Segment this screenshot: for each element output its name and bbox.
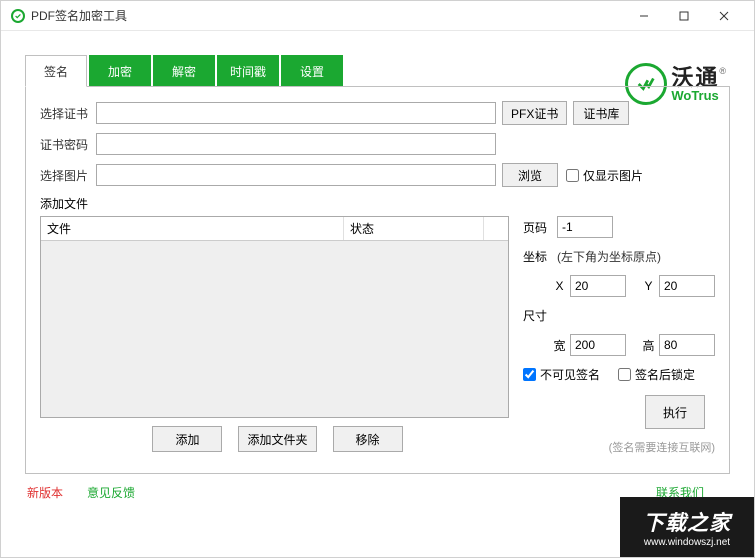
coord-hint: (左下角为坐标原点) (557, 248, 661, 265)
tab-settings[interactable]: 设置 (281, 55, 343, 87)
add-button[interactable]: 添加 (152, 426, 222, 452)
image-input[interactable] (96, 164, 496, 186)
height-label: 高 (638, 337, 659, 354)
app-icon (11, 9, 25, 23)
only-image-checkbox[interactable]: 仅显示图片 (566, 167, 643, 184)
tab-bar: 签名 加密 解密 时间戳 设置 (25, 55, 730, 87)
tab-sign[interactable]: 签名 (25, 55, 87, 87)
password-input[interactable] (96, 133, 496, 155)
coord-label: 坐标 (523, 248, 557, 265)
y-label: Y (638, 279, 659, 293)
page-input[interactable] (557, 216, 613, 238)
lock-after-sign-checkbox[interactable]: 签名后锁定 (618, 366, 695, 383)
password-label: 证书密码 (40, 136, 96, 153)
width-label: 宽 (549, 337, 570, 354)
watermark-url: www.windowszj.net (644, 537, 730, 548)
minimize-button[interactable] (624, 2, 664, 30)
tab-timestamp[interactable]: 时间戳 (217, 55, 279, 87)
execute-button[interactable]: 执行 (645, 395, 705, 429)
tab-decrypt[interactable]: 解密 (153, 55, 215, 87)
y-input[interactable] (659, 275, 715, 297)
cert-store-button[interactable]: 证书库 (573, 101, 629, 125)
height-input[interactable] (659, 334, 715, 356)
width-input[interactable] (570, 334, 626, 356)
col-blank (484, 217, 508, 240)
col-file[interactable]: 文件 (41, 217, 344, 240)
window-title: PDF签名加密工具 (31, 7, 624, 24)
add-files-label: 添加文件 (40, 195, 715, 212)
only-image-checkbox-input[interactable] (566, 169, 579, 182)
lock-after-sign-checkbox-input[interactable] (618, 368, 631, 381)
watermark-text: 下载之家 (643, 507, 731, 537)
x-input[interactable] (570, 275, 626, 297)
browse-button[interactable]: 浏览 (502, 163, 558, 187)
tab-panel-sign: 选择证书 PFX证书 证书库 证书密码 选择图片 浏览 仅显示图片 添加文件 文… (25, 86, 730, 474)
invisible-sign-checkbox-input[interactable] (523, 368, 536, 381)
pfx-cert-button[interactable]: PFX证书 (502, 101, 567, 125)
page-label: 页码 (523, 219, 557, 236)
internet-note: (签名需要连接互联网) (523, 439, 715, 455)
file-list[interactable]: 文件 状态 (40, 216, 509, 418)
image-label: 选择图片 (40, 167, 96, 184)
size-label: 尺寸 (523, 307, 557, 324)
add-folder-button[interactable]: 添加文件夹 (238, 426, 316, 452)
new-version-link[interactable]: 新版本 (27, 484, 63, 501)
x-label: X (549, 279, 570, 293)
watermark: 下载之家 www.windowszj.net (620, 497, 754, 557)
close-button[interactable] (704, 2, 744, 30)
invisible-sign-checkbox[interactable]: 不可见签名 (523, 366, 600, 383)
tab-encrypt[interactable]: 加密 (89, 55, 151, 87)
feedback-link[interactable]: 意见反馈 (87, 484, 135, 501)
remove-button[interactable]: 移除 (333, 426, 403, 452)
maximize-button[interactable] (664, 2, 704, 30)
col-status[interactable]: 状态 (344, 217, 484, 240)
cert-input[interactable] (96, 102, 496, 124)
cert-label: 选择证书 (40, 105, 96, 122)
